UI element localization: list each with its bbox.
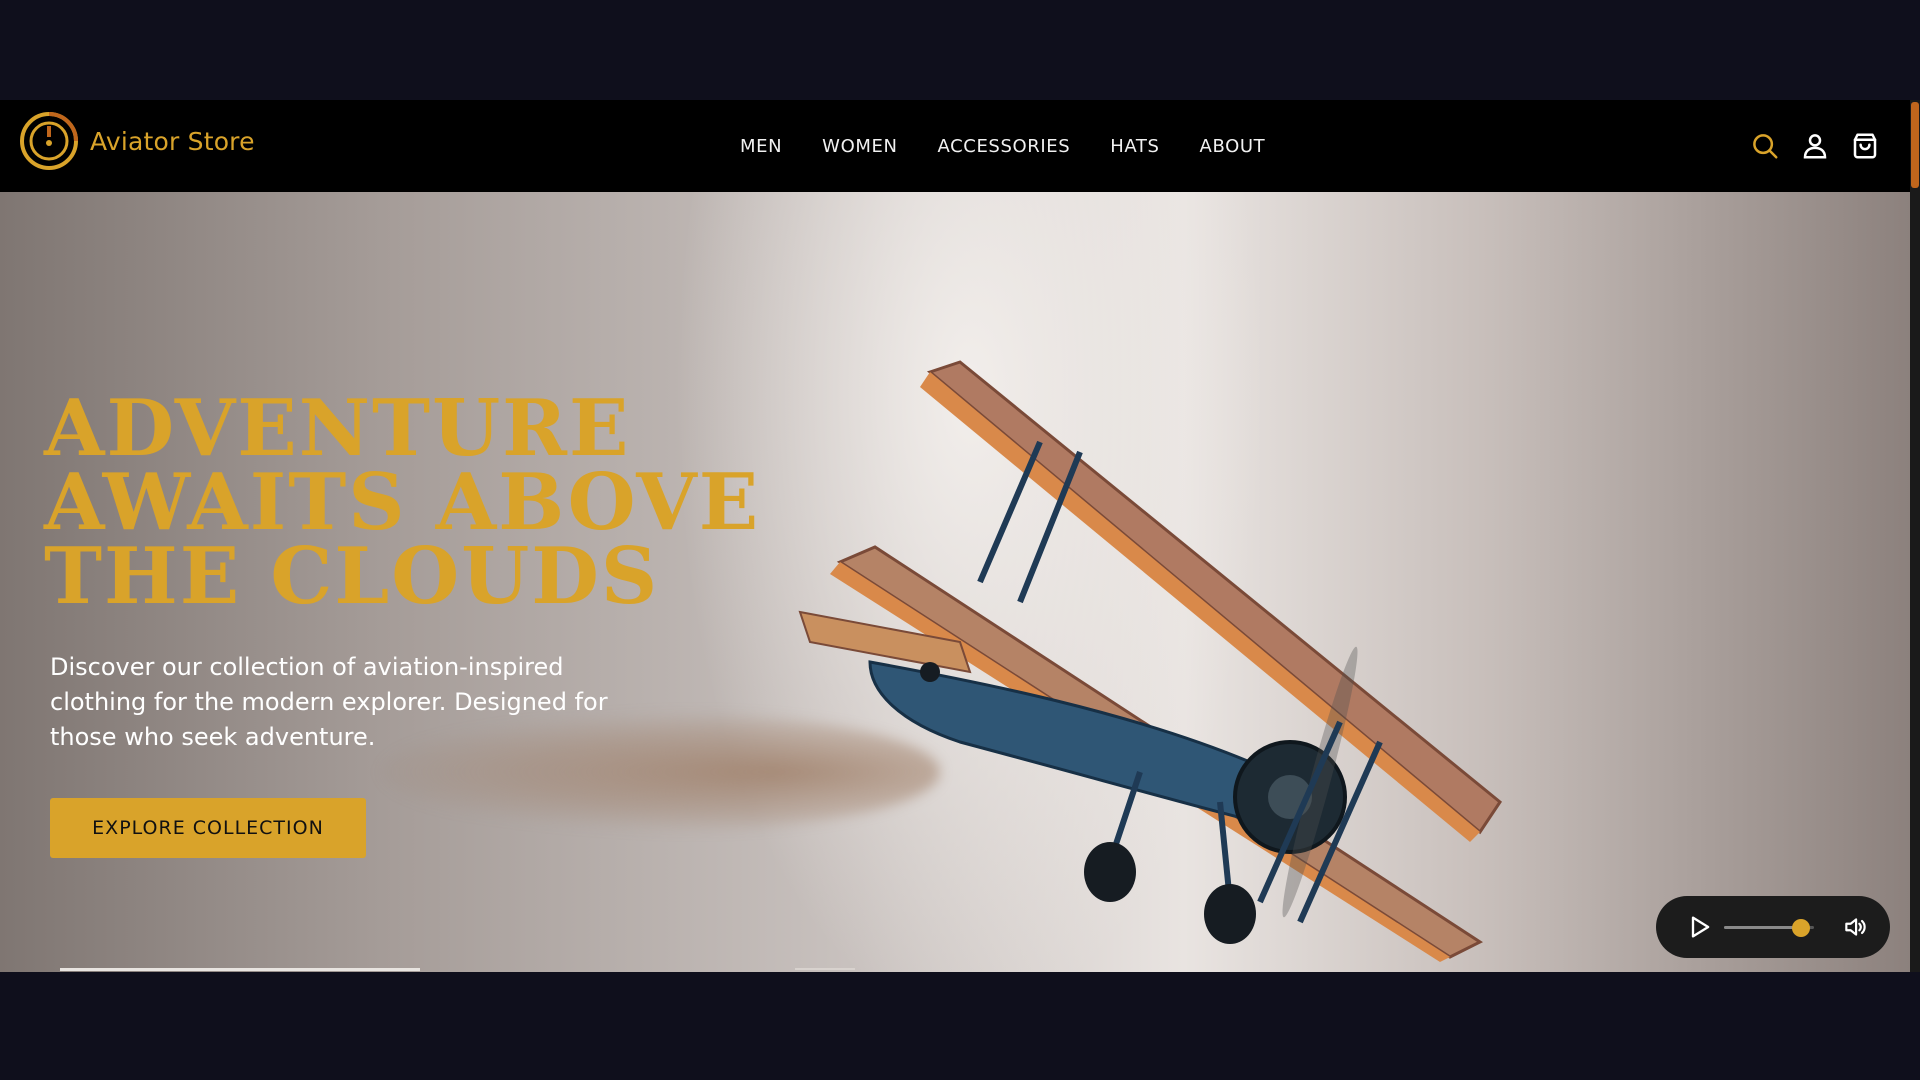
hero-title: Adventure Awaits Above The Clouds bbox=[44, 383, 761, 622]
logo-icon bbox=[20, 112, 78, 170]
video-player-controls bbox=[1656, 896, 1890, 958]
volume-knob[interactable] bbox=[1791, 919, 1810, 937]
hero-description: Discover our collection of aviation-insp… bbox=[50, 653, 608, 751]
scrollbar-thumb[interactable] bbox=[1911, 102, 1919, 188]
volume-icon[interactable] bbox=[1842, 914, 1868, 940]
hero-section: Adventure Awaits Above The Clouds Discov… bbox=[0, 192, 1910, 972]
brand-name: Aviator Store bbox=[90, 126, 255, 156]
nav-item-women[interactable]: WOMEN bbox=[822, 136, 897, 157]
slide-progress-marker bbox=[795, 968, 855, 970]
account-icon[interactable] bbox=[1798, 129, 1832, 163]
nav-item-men[interactable]: MEN bbox=[740, 136, 782, 157]
slide-progress-bar bbox=[60, 968, 420, 971]
header-actions bbox=[1732, 100, 1882, 192]
explore-collection-button[interactable]: EXPLORE COLLECTION bbox=[50, 798, 366, 858]
biplane-image bbox=[798, 360, 1503, 962]
browser-viewport: Aviator Store MEN WOMEN ACCESSORIES HATS… bbox=[0, 100, 1920, 972]
volume-fill bbox=[1724, 926, 1801, 929]
search-icon[interactable] bbox=[1748, 129, 1782, 163]
nav-item-hats[interactable]: HATS bbox=[1110, 136, 1159, 157]
play-icon[interactable] bbox=[1686, 913, 1714, 941]
main-nav: MEN WOMEN ACCESSORIES HATS ABOUT bbox=[740, 100, 1305, 192]
nav-item-about[interactable]: ABOUT bbox=[1200, 136, 1266, 157]
cart-icon[interactable] bbox=[1848, 129, 1882, 163]
scrollbar[interactable] bbox=[1910, 100, 1920, 972]
nav-item-accessories[interactable]: ACCESSORIES bbox=[938, 136, 1071, 157]
site-header: Aviator Store MEN WOMEN ACCESSORIES HATS… bbox=[0, 100, 1910, 192]
volume-slider[interactable] bbox=[1724, 919, 1814, 937]
brand-link[interactable]: Aviator Store bbox=[18, 110, 255, 172]
